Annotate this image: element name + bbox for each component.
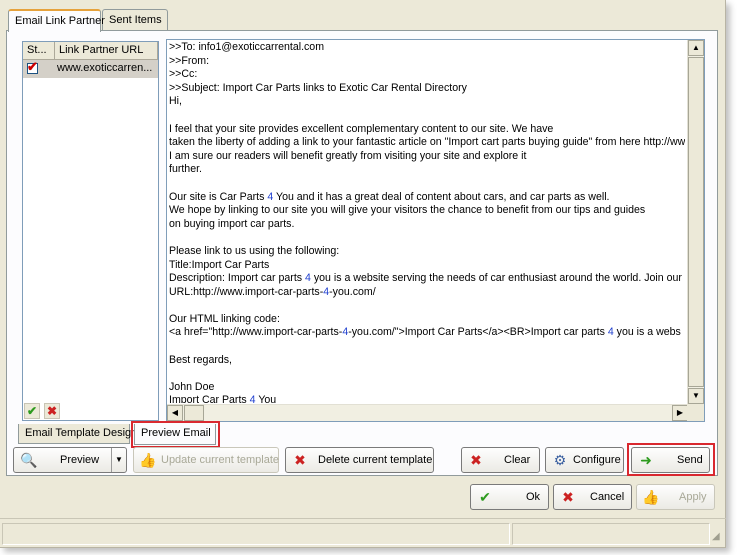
apply-button-label: Apply bbox=[679, 491, 707, 503]
delete-template-button[interactable]: ✖ Delete current template bbox=[285, 447, 434, 473]
check-mark-icon: ✔ bbox=[27, 59, 38, 74]
preview-email-highlight bbox=[131, 421, 220, 448]
horizontal-scroll-thumb[interactable] bbox=[184, 405, 204, 421]
list-item-url: www.exoticcarren... bbox=[57, 62, 153, 74]
editor-line: <a href="http://www.import-car-parts-4-y… bbox=[169, 326, 681, 339]
tab-email-template-design[interactable]: Email Template Design bbox=[18, 424, 137, 444]
configure-button[interactable]: ⚙ Configure bbox=[545, 447, 624, 473]
check-all-button[interactable]: ✔ bbox=[24, 403, 40, 419]
email-preview-editor[interactable]: >>To: info1@exoticcarrental.com >>From: >>… bbox=[166, 39, 705, 422]
thumbs-up-icon: 👍 bbox=[642, 489, 660, 505]
tab-label: Sent Items bbox=[109, 14, 162, 26]
editor-line: Title:Import Car Parts bbox=[169, 258, 270, 271]
status-pane-secondary bbox=[512, 523, 710, 545]
red-x-icon: ✖ bbox=[46, 404, 58, 418]
editor-line: on buying import car parts. bbox=[169, 217, 295, 230]
apply-button[interactable]: 👍 Apply bbox=[636, 484, 715, 510]
chevron-down-icon[interactable]: ▼ bbox=[115, 455, 123, 464]
tab-label: Email Template Design bbox=[25, 427, 138, 439]
preview-button-label: Preview bbox=[60, 454, 100, 466]
ok-button-label: Ok bbox=[526, 491, 541, 503]
row-checkbox[interactable]: ✔ bbox=[27, 59, 38, 74]
editor-line: Description: Import car parts 4 you is a… bbox=[169, 272, 682, 285]
update-template-label: Update current template bbox=[161, 454, 280, 466]
scroll-down-icon[interactable]: ▼ bbox=[688, 388, 704, 404]
editor-line: >>Subject: Import Car Parts links to Exo… bbox=[169, 81, 467, 94]
update-template-button[interactable]: 👍 Update current template bbox=[133, 447, 279, 473]
editor-line: John Doe bbox=[169, 380, 215, 393]
green-check-icon: ✔ bbox=[479, 489, 491, 505]
editor-line: Hi, bbox=[169, 95, 182, 108]
thumbs-up-icon: 👍 bbox=[139, 452, 157, 468]
column-header-url[interactable]: Link Partner URL bbox=[55, 42, 158, 60]
scrollbar-corner bbox=[687, 404, 704, 421]
configure-button-label: Configure bbox=[573, 454, 621, 466]
red-x-icon: ✖ bbox=[562, 489, 574, 505]
delete-template-label: Delete current template bbox=[318, 454, 433, 466]
editor-line: I feel that your site provides excellent… bbox=[169, 122, 554, 135]
editor-line: further. bbox=[169, 163, 202, 176]
green-check-icon: ✔ bbox=[26, 404, 38, 418]
editor-line: URL:http://www.import-car-parts-4-you.co… bbox=[169, 285, 376, 298]
editor-line: Import Car Parts 4 You bbox=[169, 394, 277, 403]
tab-sent-items[interactable]: Sent Items bbox=[102, 9, 168, 31]
delete-template-icon: ✖ bbox=[294, 452, 306, 468]
clear-button-label: Clear bbox=[504, 454, 531, 466]
gear-icon: ⚙ bbox=[553, 452, 567, 468]
editor-line: I am sure our readers will benefit great… bbox=[169, 149, 527, 162]
scroll-up-icon[interactable]: ▲ bbox=[688, 40, 704, 56]
editor-line: Best regards, bbox=[169, 353, 233, 366]
email-preview-text[interactable]: >>To: info1@exoticcarrental.com >>From: >>… bbox=[169, 41, 685, 403]
cancel-button-label: Cancel bbox=[590, 491, 625, 503]
scroll-right-icon[interactable]: ▶ bbox=[672, 405, 688, 421]
ok-button[interactable]: ✔ Ok bbox=[470, 484, 549, 510]
tab-email-link-partner[interactable]: Email Link Partner bbox=[8, 9, 105, 32]
tab-label: Email Link Partner bbox=[15, 15, 105, 27]
vertical-scroll-thumb[interactable] bbox=[688, 57, 704, 387]
uncheck-all-button[interactable]: ✖ bbox=[44, 403, 60, 419]
status-bar: ◢ bbox=[0, 518, 726, 548]
editor-line: Our site is Car Parts 4 You and it has a… bbox=[169, 190, 610, 203]
editor-line: >>Cc: bbox=[169, 68, 198, 81]
resize-grip-icon[interactable]: ◢ bbox=[712, 531, 720, 542]
dialog-window: Email Link Partner Sent Items St... Link… bbox=[0, 0, 726, 548]
editor-line: We hope by linking to our site you will … bbox=[169, 204, 646, 217]
clear-button[interactable]: ✖ Clear bbox=[461, 447, 540, 473]
split-divider bbox=[111, 448, 112, 472]
horizontal-scrollbar[interactable]: ◀ ▶ bbox=[167, 404, 688, 421]
clear-icon: ✖ bbox=[470, 452, 482, 468]
magnifier-icon: 🔍 bbox=[20, 452, 38, 468]
link-partner-list[interactable]: St... Link Partner URL ✔ www.exoticcarre… bbox=[22, 41, 159, 421]
column-header-status[interactable]: St... bbox=[23, 42, 55, 60]
editor-line: >>To: info1@exoticcarrental.com bbox=[169, 41, 325, 53]
status-pane-main bbox=[2, 523, 510, 545]
editor-line: taken the liberty of adding a link to yo… bbox=[169, 136, 685, 149]
vertical-scrollbar[interactable]: ▲ ▼ bbox=[687, 40, 704, 404]
list-item[interactable]: ✔ www.exoticcarren... bbox=[23, 60, 158, 78]
scroll-left-icon[interactable]: ◀ bbox=[167, 405, 183, 421]
preview-button[interactable]: 🔍 Preview ▼ bbox=[13, 447, 127, 473]
send-highlight bbox=[627, 443, 715, 476]
editor-line: Please link to us using the following: bbox=[169, 244, 340, 257]
editor-line: >>From: bbox=[169, 54, 210, 67]
cancel-button[interactable]: ✖ Cancel bbox=[553, 484, 632, 510]
editor-line: Our HTML linking code: bbox=[169, 312, 280, 325]
